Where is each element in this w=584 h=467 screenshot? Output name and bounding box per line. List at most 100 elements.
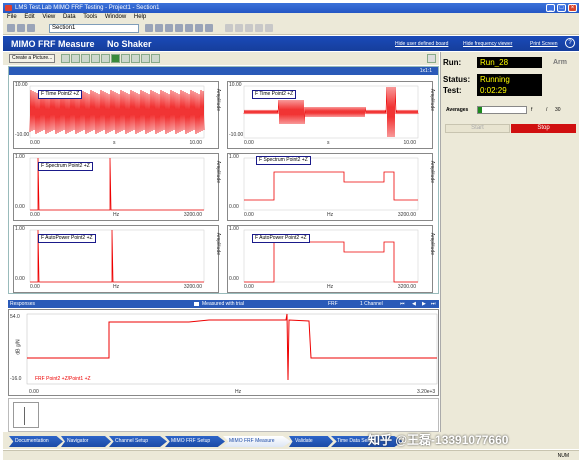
maximize-button[interactable]: □ xyxy=(557,4,566,12)
arm-button[interactable]: Arm xyxy=(553,59,567,66)
print-screen-link[interactable]: Print Screen xyxy=(530,41,558,47)
signal-plot[interactable]: 1.00 0.00 Amplitude 0.00 Hz 3200.00 F Spectrum… xyxy=(227,153,435,221)
plot-line xyxy=(244,241,418,283)
plot-legend[interactable]: F AutoPower Point2 +Z xyxy=(38,234,96,243)
menu-tools[interactable]: Tools xyxy=(83,14,97,20)
layout-icon[interactable] xyxy=(91,54,100,63)
help-icon[interactable]: ? xyxy=(565,38,575,48)
menu-window[interactable]: Window xyxy=(105,14,126,20)
delete-icon[interactable] xyxy=(145,24,153,32)
hide-user-board-link[interactable]: Hide user defined board xyxy=(395,41,448,47)
tab-validate[interactable]: Validate xyxy=(289,436,333,447)
print-icon[interactable] xyxy=(185,24,193,32)
layout-active-icon[interactable] xyxy=(111,54,120,63)
toolbar: Section1 xyxy=(3,22,579,35)
disabled-tool-icon xyxy=(245,24,253,32)
plot-legend[interactable]: F Time Point2 +Z xyxy=(38,90,83,99)
plot-xlabel: Hz xyxy=(327,284,334,290)
layout-icon[interactable] xyxy=(151,54,160,63)
plot-ymin: 0.00 xyxy=(229,204,239,210)
plot-legend[interactable]: F Spectrum Point2 +Z xyxy=(256,156,311,165)
plot-ymin: 0.00 xyxy=(15,204,25,210)
create-picture-button[interactable]: Create a Picture... xyxy=(9,54,55,63)
section-combo[interactable]: Section1 xyxy=(49,24,139,33)
signal-plot[interactable]: 10.00 -10.00 Amplitude 0.00 s 10.00 F Time Poi… xyxy=(13,81,221,149)
start-button[interactable]: Start xyxy=(445,124,510,133)
plot-ylabel: Amplitude xyxy=(429,232,435,255)
layout-icon[interactable] xyxy=(131,54,140,63)
signal-plot[interactable]: 1.00 0.00 Amplitude 0.00 Hz 3200.00 F Spectrum… xyxy=(13,153,221,221)
tab-channel-setup[interactable]: Channel Setup xyxy=(109,436,167,447)
stop-button[interactable]: Stop xyxy=(511,124,576,133)
disabled-tool-icon xyxy=(255,24,263,32)
page-subtitle: No Shaker xyxy=(107,39,152,49)
plot-legend[interactable]: F Spectrum Point2 +Z xyxy=(38,162,93,171)
window-title: LMS Test.Lab MIMO FRF Testing - Project1… xyxy=(15,5,160,11)
minimize-button[interactable]: _ xyxy=(546,4,555,12)
status-value: Running xyxy=(477,74,542,85)
plots-layout-tag: 1x1:1 xyxy=(419,68,432,74)
plot-x1: 3200.00 xyxy=(397,284,416,290)
open-icon[interactable] xyxy=(17,24,25,32)
menu-bar: File Edit View Data Tools Window Help xyxy=(3,13,579,22)
nav-prev-icon[interactable]: ◀ xyxy=(412,300,416,308)
plot-x1: 10.00 xyxy=(189,140,202,146)
paste-icon[interactable] xyxy=(175,24,183,32)
copy-icon[interactable] xyxy=(165,24,173,32)
plot-ymax: 10.00 xyxy=(15,82,28,88)
layout-icon[interactable] xyxy=(101,54,110,63)
tab-navigator[interactable]: Navigator xyxy=(61,436,111,447)
thumbnail-mark xyxy=(24,407,25,425)
help-icon[interactable] xyxy=(205,24,213,32)
close-button[interactable]: × xyxy=(568,4,577,12)
add-icon[interactable] xyxy=(155,24,163,32)
signal-plot[interactable]: 1.00 0.00 Amplitude 0.00 Hz 3200.00 F AutoPowe… xyxy=(227,225,435,293)
hide-frequency-viewer-link[interactable]: Hide frequency viewer xyxy=(463,41,512,47)
nav-next-icon[interactable]: ▶ xyxy=(422,300,426,308)
picture-thumbnail[interactable] xyxy=(13,402,39,428)
picture-thumbnail-strip xyxy=(8,398,439,432)
measured-checkbox[interactable] xyxy=(194,302,199,306)
nav-first-icon[interactable]: ⏮ xyxy=(400,300,405,308)
plot-legend[interactable]: F AutoPower Point2 +Z xyxy=(252,234,310,243)
plot-ymin: 0.00 xyxy=(15,276,25,282)
scroll-icon[interactable] xyxy=(427,54,436,63)
menu-view[interactable]: View xyxy=(42,14,55,20)
layout-icon[interactable] xyxy=(71,54,80,63)
layout-icon[interactable] xyxy=(141,54,150,63)
save-icon[interactable] xyxy=(27,24,35,32)
menu-file[interactable]: File xyxy=(7,14,17,20)
disabled-tool-icon xyxy=(235,24,243,32)
plot-ymin: 0.00 xyxy=(229,276,239,282)
plot-xlabel: Hz xyxy=(113,212,120,218)
resp-x1: 3.20e+3 xyxy=(417,389,436,395)
plot-x1: 10.00 xyxy=(403,140,416,146)
tab-documentation[interactable]: Documentation xyxy=(9,436,63,447)
run-label: Run: xyxy=(443,58,462,67)
settings-icon[interactable] xyxy=(195,24,203,32)
tab-mimo-frf-measure[interactable]: MIMO FRF Measure xyxy=(223,436,291,447)
menu-help[interactable]: Help xyxy=(134,14,146,20)
new-icon[interactable] xyxy=(7,24,15,32)
channel-dropdown[interactable]: 1 Channel xyxy=(360,300,383,308)
test-value: 0:02:29 xyxy=(477,85,542,96)
plot-x0: 0.00 xyxy=(30,212,40,218)
layout-icon[interactable] xyxy=(81,54,90,63)
averages-progress-fill xyxy=(478,107,482,113)
frf-response-plot[interactable]: 54.0 -16.0 dB g/N 0.00 Hz 3.20e+3 FRF Po… xyxy=(8,309,439,396)
display-controls: Create a Picture... xyxy=(3,52,439,65)
signal-plot[interactable]: 10.00 -10.00 Amplitude 0.00 s 10.00 F Time Poi… xyxy=(227,81,435,149)
plot-legend[interactable]: F Time Point2 +Z xyxy=(252,90,297,99)
resp-xlabel: Hz xyxy=(235,389,242,395)
plot-xlabel: Hz xyxy=(113,284,120,290)
signal-plot[interactable]: 1.00 0.00 Amplitude 0.00 Hz 3200.00 F AutoPowe… xyxy=(13,225,221,293)
menu-edit[interactable]: Edit xyxy=(24,14,34,20)
layout-icon[interactable] xyxy=(61,54,70,63)
frf-dropdown[interactable]: FRF xyxy=(328,300,338,308)
tab-mimo-frf-setup[interactable]: MIMO FRF Setup xyxy=(165,436,225,447)
menu-data[interactable]: Data xyxy=(63,14,76,20)
run-value[interactable]: Run_28 xyxy=(477,57,542,68)
nav-last-icon[interactable]: ⏭ xyxy=(431,300,436,308)
layout-icon[interactable] xyxy=(121,54,130,63)
title-bar: LMS Test.Lab MIMO FRF Testing - Project1… xyxy=(3,3,579,13)
